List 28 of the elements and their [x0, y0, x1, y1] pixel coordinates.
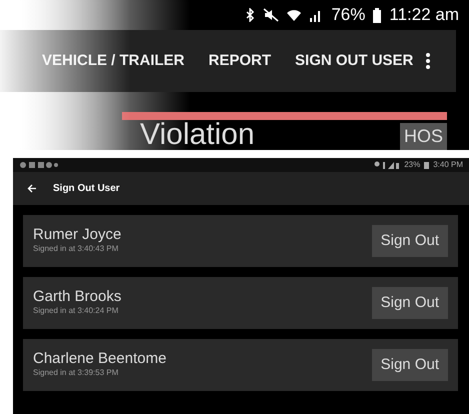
mute-icon — [263, 8, 280, 22]
more-options-icon — [425, 52, 432, 70]
sign-in-time: Signed in at 3:40:43 PM — [33, 243, 120, 256]
bluetooth-icon — [246, 8, 256, 22]
hos-label: HOS — [400, 123, 447, 150]
sign-out-button[interactable]: Sign Out — [372, 287, 448, 319]
sign-in-time: Signed in at 3:40:24 PM — [33, 305, 120, 318]
back-arrow-icon[interactable] — [27, 184, 37, 193]
menu-item[interactable]: SIGN OUT USER — [283, 50, 426, 72]
user-name: Garth Brooks — [33, 288, 122, 306]
battery-percentage: 23% — [404, 159, 420, 171]
menu-item[interactable]: REPORT — [196, 50, 284, 72]
violation-heading: Violation — [140, 120, 255, 150]
sign-in-time: Signed in at 3:39:53 PM — [33, 367, 120, 380]
battery-icon — [424, 161, 430, 169]
sign-out-button[interactable]: Sign Out — [372, 349, 448, 381]
battery-percentage: 76% — [331, 4, 366, 26]
notification-icons-drawing — [19, 161, 59, 169]
wifi-icon — [287, 8, 302, 22]
clock-time: 11:22 am — [389, 4, 459, 26]
battery-icon — [373, 8, 382, 22]
user-name: Charlene Beentome — [33, 350, 166, 368]
toolbar-title: Sign Out User — [53, 182, 120, 196]
menu-item[interactable]: VEHICLE / TRAILER — [30, 50, 197, 72]
clock-time: 3:40 PM — [433, 159, 463, 171]
user-name: Rumer Joyce — [33, 226, 122, 244]
sign-out-button[interactable]: Sign Out — [372, 225, 448, 257]
status-icons-drawing — [374, 161, 400, 169]
